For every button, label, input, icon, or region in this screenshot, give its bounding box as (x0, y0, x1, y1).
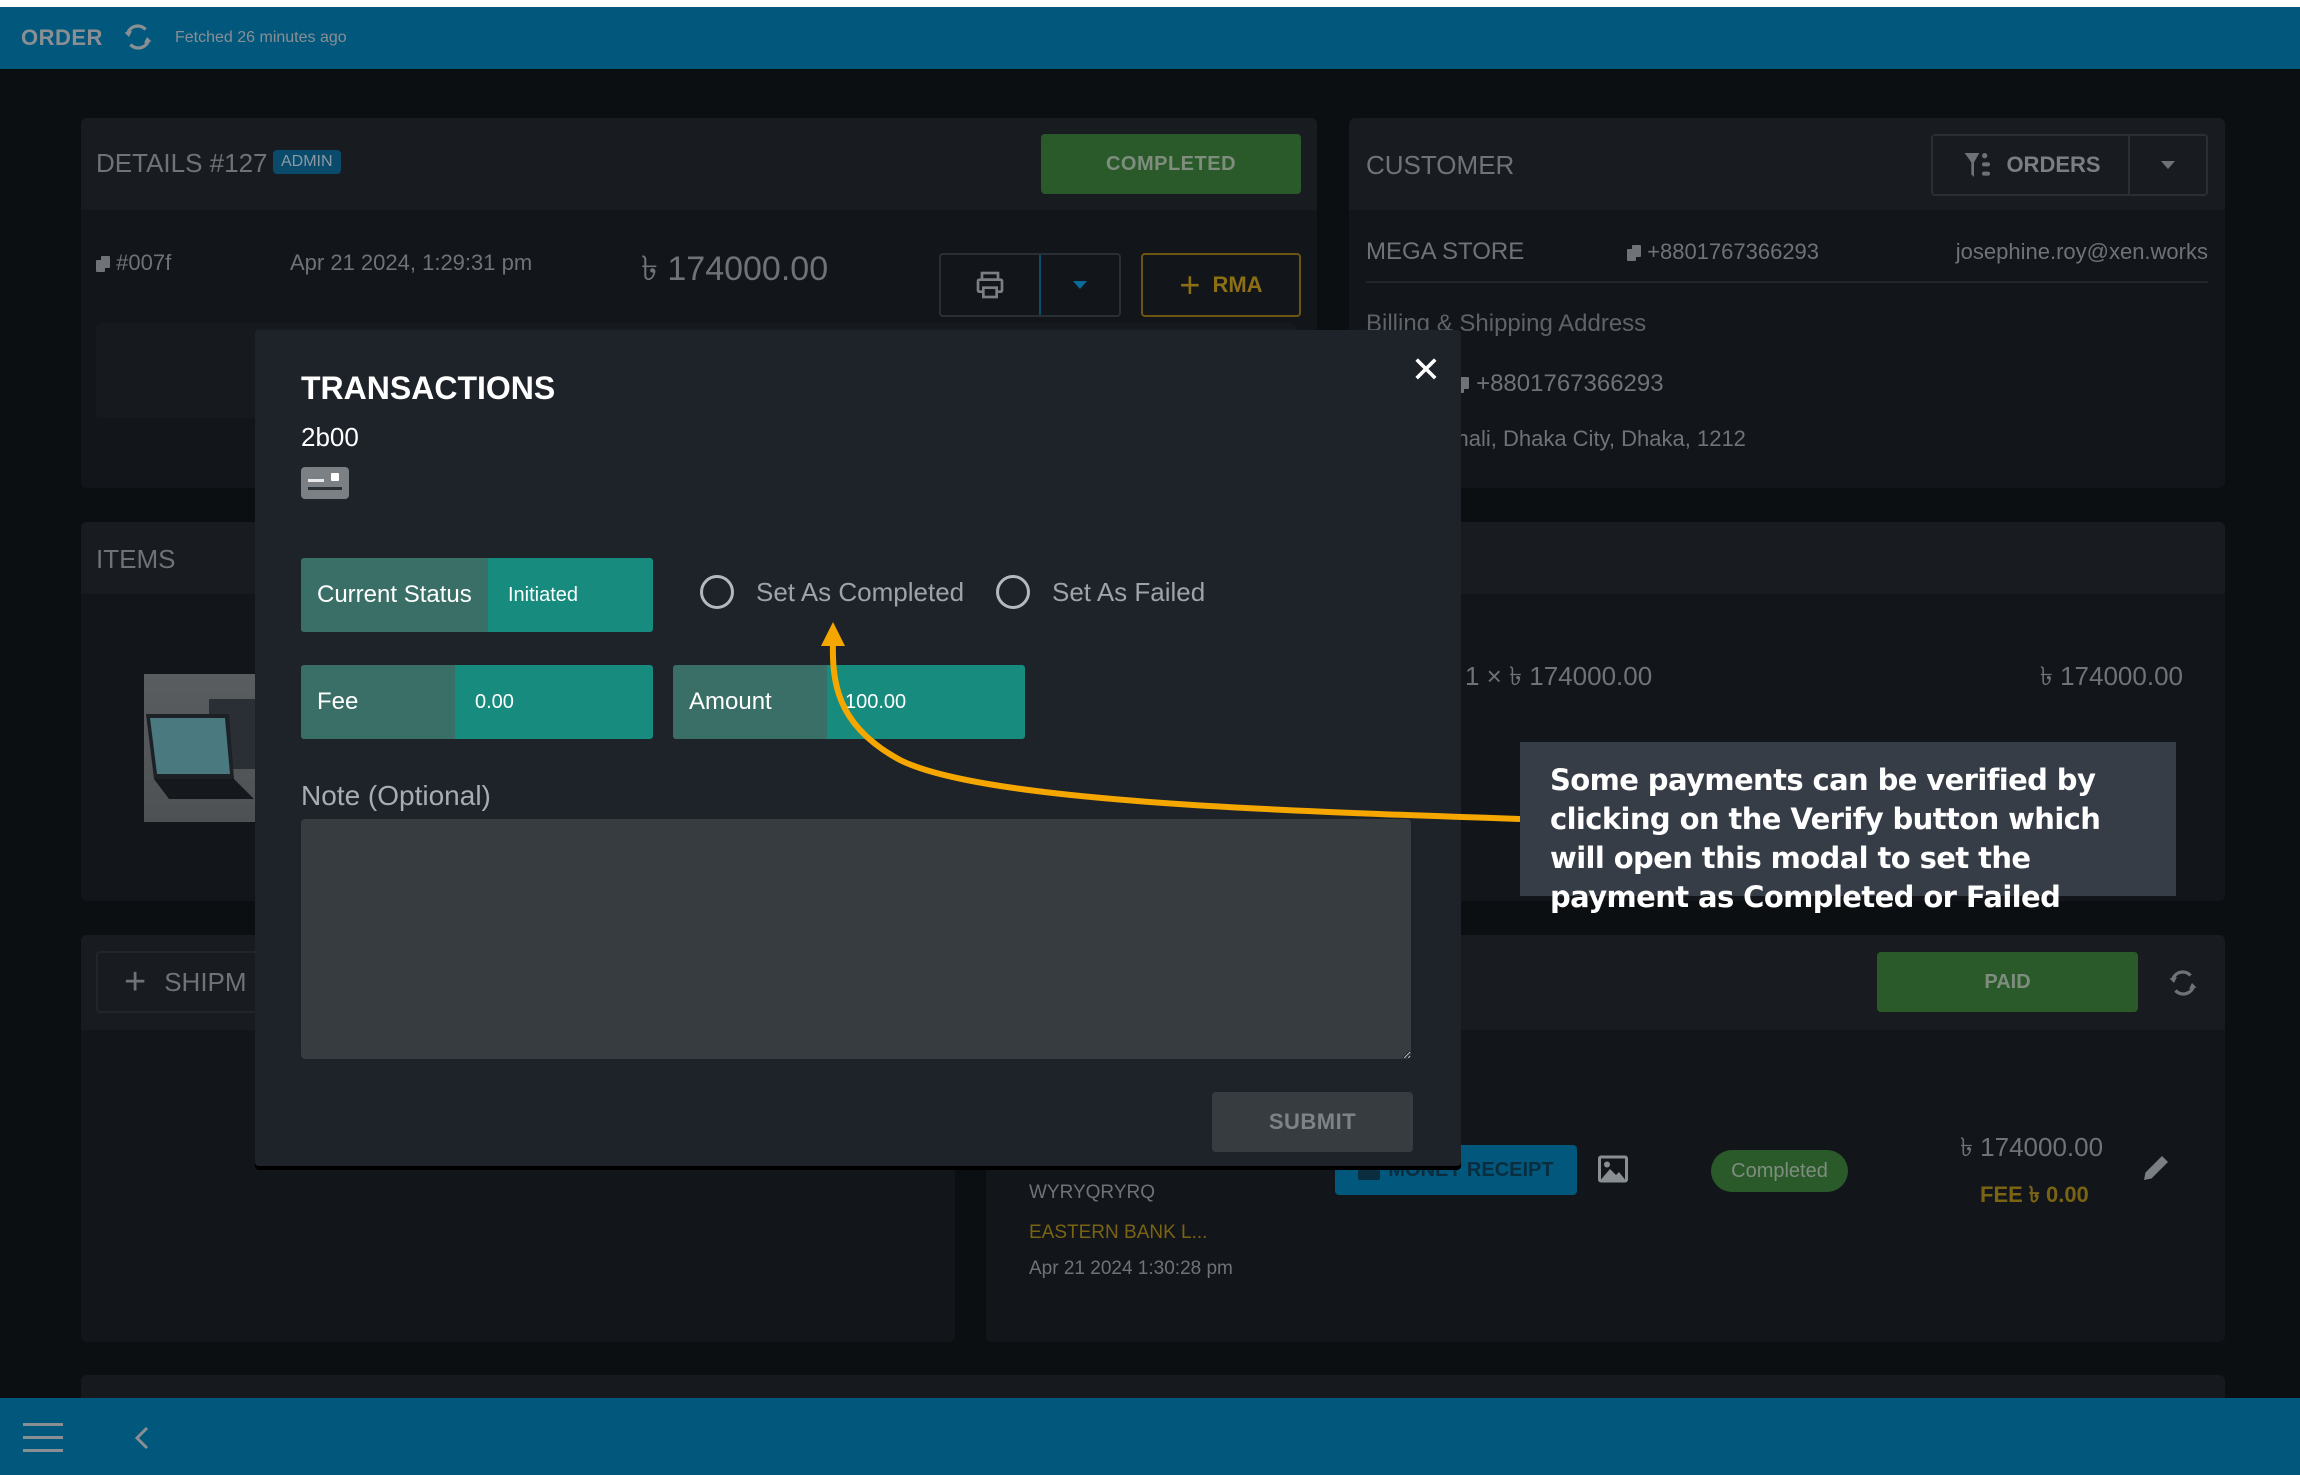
items-title: ITEMS (96, 544, 176, 574)
orders-label: ORDERS (2006, 152, 2101, 177)
customer-email[interactable]: josephine.roy@xen.works (1956, 239, 2208, 265)
payment-method-icon (301, 467, 349, 499)
amount-label: Amount (673, 665, 827, 739)
order-summary-row: #007f Apr 21 2024, 1:29:31 pm ৳ 174000.0… (81, 210, 1317, 310)
order-code-text: #007f (116, 250, 172, 275)
orders-button[interactable]: ORDERS (1933, 136, 2130, 194)
page-title: ORDER (21, 25, 103, 50)
fetched-status: Fetched 26 minutes ago (175, 29, 347, 46)
billing-phone: +8801767366293 (1476, 370, 1664, 397)
add-rma-button[interactable]: + RMA (1141, 253, 1301, 317)
transaction-id: 2b00 (301, 422, 359, 452)
payment-status-button[interactable]: PAID (1877, 952, 2138, 1012)
note-label: Note (Optional) (301, 780, 491, 811)
modal-title: TRANSACTIONS (301, 370, 556, 406)
print-button[interactable] (941, 255, 1041, 315)
refresh-icon[interactable] (120, 19, 156, 55)
note-textarea[interactable] (301, 819, 1411, 1059)
order-total: ৳ 174000.00 (641, 250, 829, 288)
annotation-callout: Some payments can be verified by clickin… (1520, 742, 2176, 914)
copy-icon[interactable] (96, 256, 110, 273)
payment-status-badge: Completed (1711, 1150, 1848, 1192)
current-status-label: Current Status (301, 558, 488, 632)
payment-fee: FEE ৳ 0.00 (1980, 1182, 2089, 1207)
item-total: ৳ 174000.00 (2039, 661, 2183, 691)
transactions-modal: ✕ TRANSACTIONS 2b00 Current Status Initi… (255, 330, 1461, 1166)
payment-reference: WYRYQRYRQ (1029, 1182, 1155, 1203)
rma-label: RMA (1212, 272, 1263, 297)
add-shipment-label: SHIPM (164, 966, 247, 997)
order-code[interactable]: #007f (96, 250, 171, 276)
plus-icon: + (1179, 264, 1201, 305)
payment-amount: ৳ 174000.00 (1960, 1132, 2104, 1162)
radio-circle[interactable] (700, 575, 734, 609)
customer-card: CUSTOMER ORDERS MEGA STORE +880176736629… (1349, 118, 2225, 488)
customer-title: CUSTOMER (1366, 150, 1515, 180)
order-status-button[interactable]: COMPLETED (1041, 134, 1301, 194)
fee-field: Fee 0.00 (301, 665, 653, 739)
details-title: DETAILS #127 (96, 148, 268, 178)
close-icon[interactable]: ✕ (1408, 352, 1444, 388)
image-icon[interactable] (1594, 1151, 1632, 1187)
details-header: DETAILS #127 ADMIN COMPLETED (81, 118, 1317, 210)
chevron-down-icon (2161, 161, 2175, 169)
hamburger-menu-icon[interactable] (23, 1423, 63, 1453)
customer-phone[interactable]: +8801767366293 (1627, 239, 1819, 265)
current-status-field: Current Status Initiated (301, 558, 653, 632)
payment-bank: EASTERN BANK L... (1029, 1222, 1208, 1243)
customer-name: MEGA STORE (1366, 238, 1525, 265)
fee-label: Fee (301, 665, 455, 739)
amount-field: Amount 100.00 (673, 665, 1025, 739)
printer-icon (976, 271, 1004, 299)
plus-icon: + (124, 961, 147, 1003)
chevron-down-icon (1073, 281, 1087, 289)
refresh-icon[interactable] (2165, 965, 2201, 1001)
customer-header: CUSTOMER ORDERS (1349, 118, 2225, 210)
item-qty-price: 1 × ৳ 174000.00 (1465, 661, 1653, 691)
orders-dropdown-toggle[interactable] (2130, 136, 2206, 194)
orders-button-group: ORDERS (1931, 134, 2208, 196)
print-button-group (939, 253, 1121, 317)
radio-circle[interactable] (996, 575, 1030, 609)
bottom-bar (0, 1398, 2300, 1475)
chevron-left-icon[interactable] (130, 1422, 154, 1454)
top-bar: ORDER Fetched 26 minutes ago (0, 7, 2300, 69)
order-date: Apr 21 2024, 1:29:31 pm (290, 250, 533, 275)
current-status-value: Initiated (488, 558, 653, 632)
edit-pencil-icon[interactable] (2138, 1148, 2174, 1188)
radio-label: Set As Completed (756, 576, 965, 607)
set-as-failed-radio[interactable]: Set As Failed (996, 575, 1205, 609)
copy-icon[interactable] (1627, 245, 1641, 262)
filter-list-icon (1965, 153, 1991, 177)
divider (1366, 281, 2208, 283)
radio-label: Set As Failed (1052, 576, 1206, 607)
submit-button[interactable]: SUBMIT (1212, 1092, 1413, 1152)
payment-date: Apr 21 2024 1:30:28 pm (1029, 1258, 1233, 1279)
amount-value[interactable]: 100.00 (827, 665, 1025, 739)
fee-value[interactable]: 0.00 (455, 665, 653, 739)
admin-badge: ADMIN (273, 150, 341, 174)
print-dropdown-toggle[interactable] (1041, 255, 1119, 315)
set-as-completed-radio[interactable]: Set As Completed (700, 575, 964, 609)
customer-phone-text: +8801767366293 (1647, 239, 1820, 264)
